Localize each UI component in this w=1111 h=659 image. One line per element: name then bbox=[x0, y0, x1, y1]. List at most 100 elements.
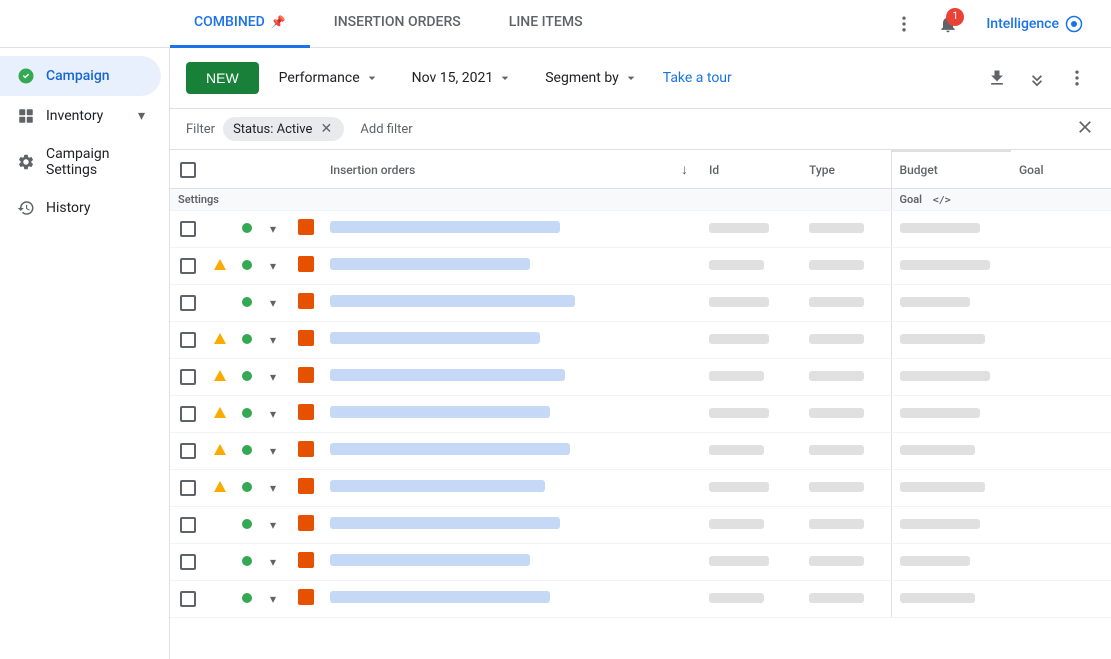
expand-btn-3[interactable]: ▾ bbox=[262, 322, 290, 359]
page-icon-2 bbox=[290, 285, 322, 322]
top-nav-right: 1 Intelligence bbox=[886, 6, 1111, 42]
row-sort-7 bbox=[673, 470, 701, 507]
row-checkbox-2[interactable] bbox=[170, 285, 206, 322]
intelligence-button[interactable]: Intelligence bbox=[974, 9, 1095, 39]
row-goal-7 bbox=[1011, 470, 1111, 507]
performance-dropdown[interactable]: Performance bbox=[267, 64, 392, 92]
insertion-orders-header: Insertion orders bbox=[322, 151, 673, 189]
select-all-header[interactable] bbox=[170, 151, 206, 189]
active-status-5 bbox=[234, 396, 262, 433]
expand-btn-10[interactable]: ▾ bbox=[262, 581, 290, 618]
expand-btn-6[interactable]: ▾ bbox=[262, 433, 290, 470]
date-dropdown[interactable]: Nov 15, 2021 bbox=[400, 64, 526, 92]
row-name-4[interactable] bbox=[322, 359, 673, 396]
more-button[interactable] bbox=[1059, 60, 1095, 96]
row-id-3 bbox=[701, 322, 801, 359]
expand-btn-8[interactable]: ▾ bbox=[262, 507, 290, 544]
icon-header bbox=[290, 151, 322, 189]
row-budget-1 bbox=[891, 248, 1011, 285]
active-filter-chip[interactable]: Status: Active ✕ bbox=[223, 117, 344, 141]
row-type-10 bbox=[801, 581, 891, 618]
expand-btn-4[interactable]: ▾ bbox=[262, 359, 290, 396]
row-id-6 bbox=[701, 433, 801, 470]
expand-btn-2[interactable]: ▾ bbox=[262, 285, 290, 322]
row-checkbox-3[interactable] bbox=[170, 322, 206, 359]
expand-btn-5[interactable]: ▾ bbox=[262, 396, 290, 433]
row-name-1[interactable] bbox=[322, 248, 673, 285]
row-checkbox-9[interactable] bbox=[170, 544, 206, 581]
clear-filters-button[interactable] bbox=[1075, 117, 1095, 141]
row-checkbox-5[interactable] bbox=[170, 396, 206, 433]
collapse-button[interactable] bbox=[1019, 60, 1055, 96]
warning-status-2 bbox=[206, 285, 234, 322]
row-checkbox-4[interactable] bbox=[170, 359, 206, 396]
row-budget-6 bbox=[891, 433, 1011, 470]
row-budget-2 bbox=[891, 285, 1011, 322]
row-goal-1 bbox=[1011, 248, 1111, 285]
row-name-0[interactable] bbox=[322, 211, 673, 248]
row-name-7[interactable] bbox=[322, 470, 673, 507]
expand-btn-1[interactable]: ▾ bbox=[262, 248, 290, 285]
row-id-4 bbox=[701, 359, 801, 396]
expand-btn-7[interactable]: ▾ bbox=[262, 470, 290, 507]
pin-icon: 📌 bbox=[271, 15, 286, 29]
notification-button[interactable]: 1 bbox=[930, 6, 966, 42]
code-icon: </> bbox=[933, 195, 951, 206]
row-id-5 bbox=[701, 396, 801, 433]
row-checkbox-10[interactable] bbox=[170, 581, 206, 618]
row-checkbox-0[interactable] bbox=[170, 211, 206, 248]
download-button[interactable] bbox=[979, 60, 1015, 96]
row-type-6 bbox=[801, 433, 891, 470]
history-icon bbox=[16, 198, 36, 218]
more-options-button[interactable] bbox=[886, 6, 922, 42]
inventory-icon bbox=[16, 106, 36, 126]
row-goal-4 bbox=[1011, 359, 1111, 396]
warning-status-0 bbox=[206, 211, 234, 248]
sidebar: Campaign Inventory ▾ Campaign Settings H… bbox=[0, 48, 170, 659]
row-checkbox-7[interactable] bbox=[170, 470, 206, 507]
segment-dropdown[interactable]: Segment by bbox=[533, 64, 651, 92]
sidebar-item-campaign-settings[interactable]: Campaign Settings bbox=[0, 136, 161, 188]
sidebar-item-campaign[interactable]: Campaign bbox=[0, 56, 161, 96]
tab-insertion-orders[interactable]: INSERTION ORDERS bbox=[310, 0, 485, 48]
table-row: ▾ bbox=[170, 285, 1111, 322]
row-name-6[interactable] bbox=[322, 433, 673, 470]
row-goal-2 bbox=[1011, 285, 1111, 322]
table-row: ▾ bbox=[170, 396, 1111, 433]
row-name-3[interactable] bbox=[322, 322, 673, 359]
sidebar-item-history[interactable]: History bbox=[0, 188, 161, 228]
page-icon-5 bbox=[290, 396, 322, 433]
row-goal-8 bbox=[1011, 507, 1111, 544]
warning-status-5 bbox=[206, 396, 234, 433]
active-status-6 bbox=[234, 433, 262, 470]
row-checkbox-1[interactable] bbox=[170, 248, 206, 285]
tab-combined[interactable]: COMBINED 📌 bbox=[170, 0, 310, 48]
active-status-8 bbox=[234, 507, 262, 544]
remove-filter-button[interactable]: ✕ bbox=[318, 121, 334, 137]
table-row: ▾ bbox=[170, 322, 1111, 359]
row-name-10[interactable] bbox=[322, 581, 673, 618]
page-icon-1 bbox=[290, 248, 322, 285]
expand-btn-9[interactable]: ▾ bbox=[262, 544, 290, 581]
take-tour-link[interactable]: Take a tour bbox=[659, 64, 736, 92]
row-goal-0 bbox=[1011, 211, 1111, 248]
id-header: Id bbox=[701, 151, 801, 189]
page-icon-6 bbox=[290, 433, 322, 470]
sort-header[interactable]: ↓ bbox=[673, 151, 701, 189]
row-goal-9 bbox=[1011, 544, 1111, 581]
row-checkbox-8[interactable] bbox=[170, 507, 206, 544]
row-name-8[interactable] bbox=[322, 507, 673, 544]
row-name-5[interactable] bbox=[322, 396, 673, 433]
row-checkbox-6[interactable] bbox=[170, 433, 206, 470]
performance-label: Performance bbox=[279, 70, 360, 86]
row-name-9[interactable] bbox=[322, 544, 673, 581]
toolbar: NEW Performance Nov 15, 2021 Segment by … bbox=[170, 48, 1111, 109]
new-button[interactable]: NEW bbox=[186, 62, 259, 94]
add-filter-button[interactable]: Add filter bbox=[352, 118, 420, 141]
expand-btn-0[interactable]: ▾ bbox=[262, 211, 290, 248]
tab-line-items[interactable]: LINE ITEMS bbox=[485, 0, 607, 48]
row-name-2[interactable] bbox=[322, 285, 673, 322]
sidebar-item-inventory[interactable]: Inventory ▾ bbox=[0, 96, 161, 136]
active-status-10 bbox=[234, 581, 262, 618]
active-status-0 bbox=[234, 211, 262, 248]
